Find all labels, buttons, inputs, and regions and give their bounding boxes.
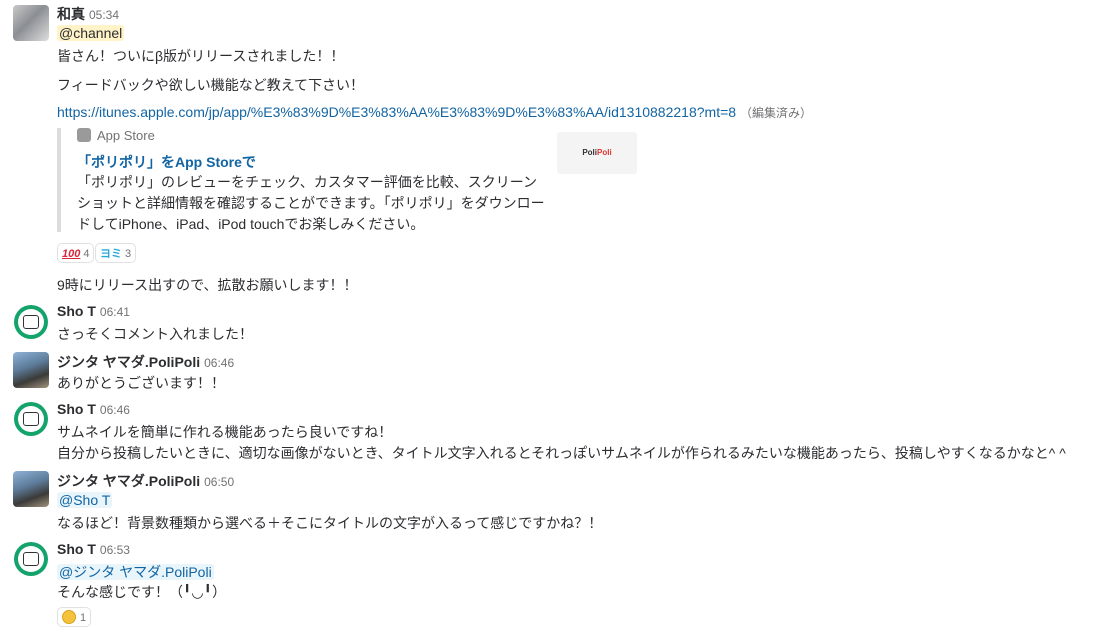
message-author[interactable]: Sho T 06:53 [57, 541, 130, 557]
ok-icon: ヨミ [100, 248, 122, 260]
app-store-link[interactable]: https://itunes.apple.com/jp/app/%E3%83%9… [57, 104, 736, 120]
author-name[interactable]: Sho T [57, 401, 96, 417]
avatar[interactable] [13, 304, 49, 340]
attachment-source: App Store [77, 128, 155, 143]
apple-icon [77, 128, 91, 142]
attachment-thumbnail[interactable]: PoliPoli [557, 132, 637, 174]
message-author[interactable]: ジンタ ヤマダ.PoliPoli 06:46 [57, 352, 234, 372]
message-text: サムネイルを簡単に作れる機能あったら良いですね！ [57, 424, 393, 440]
user-mention[interactable]: @Sho T [57, 492, 113, 508]
timestamp[interactable]: 06:50 [204, 475, 234, 489]
reaction-ok[interactable]: ヨミ 3 [95, 243, 137, 263]
attachment-title-link[interactable]: 「ポリポリ」をApp Storeで [77, 152, 256, 172]
message-author[interactable]: Sho T 06:41 [57, 303, 130, 319]
timestamp[interactable]: 05:34 [89, 8, 119, 22]
message-text: ありがとうございます！！ [57, 375, 225, 391]
author-name[interactable]: ジンタ ヤマダ.PoliPoli [57, 354, 200, 370]
reaction-count: 4 [83, 248, 90, 260]
message-link-line: https://itunes.apple.com/jp/app/%E3%83%9… [57, 104, 812, 121]
thumbnail-logo-text: Poli [582, 148, 597, 157]
message-text: 自分から投稿したいときに、適切な画像がないとき、タイトル文字入れるとそれっぽいサ… [57, 445, 1066, 461]
message-text: フィードバックや欲しい機能など教えて下さい！ [57, 77, 365, 93]
message-text: 皆さん！ついにβ版がリリースされました！！ [57, 48, 345, 64]
message-line: @channel [57, 25, 125, 41]
avatar[interactable] [13, 352, 49, 388]
message-author[interactable]: ジンタ ヤマダ.PoliPoli 06:50 [57, 471, 234, 491]
timestamp[interactable]: 06:41 [100, 305, 130, 319]
avatar[interactable] [13, 541, 49, 577]
robot-face-icon [23, 412, 39, 426]
user-mention[interactable]: @ジンタ ヤマダ.PoliPoli [57, 564, 214, 580]
reaction-count: 3 [125, 248, 132, 260]
robot-face-icon [23, 552, 39, 566]
message-line: @ジンタ ヤマダ.PoliPoli [57, 562, 214, 582]
message-line: @Sho T [57, 492, 113, 508]
channel-mention[interactable]: @channel [57, 25, 125, 41]
timestamp[interactable]: 06:46 [100, 403, 130, 417]
avatar[interactable] [13, 5, 49, 41]
attachment-description: 「ポリポリ」のレビューをチェック、カスタマー評価を比較、スクリーンショットと詳細… [77, 174, 545, 232]
thumbnail-logo-text-red: Poli [597, 148, 612, 157]
avatar[interactable] [13, 401, 49, 437]
message-author[interactable]: Sho T 06:46 [57, 401, 130, 417]
message-author[interactable]: 和真 05:34 [57, 4, 119, 24]
reaction-count: 1 [80, 612, 87, 624]
hundred-points-icon: 100 [62, 248, 81, 260]
author-name[interactable]: Sho T [57, 303, 96, 319]
avatar[interactable] [13, 471, 49, 507]
author-name[interactable]: 和真 [57, 6, 85, 22]
message-text: さっそくコメント入れました！ [57, 326, 253, 342]
reaction-smile[interactable]: 1 [57, 607, 92, 627]
message-text: 9時にリリース出すので、拡散お願いします！！ [57, 277, 358, 293]
message-text: なるほど！背景数種類から選べる＋そこにタイトルの文字が入るって感じですかね？！ [57, 515, 603, 531]
robot-face-icon [23, 315, 39, 329]
author-name[interactable]: Sho T [57, 541, 96, 557]
author-name[interactable]: ジンタ ヤマダ.PoliPoli [57, 473, 200, 489]
timestamp[interactable]: 06:53 [100, 543, 130, 557]
message-text: そんな感じです！（╹◡╹） [57, 584, 227, 600]
reaction-100[interactable]: 100 4 [57, 243, 95, 263]
timestamp[interactable]: 06:46 [204, 356, 234, 370]
smile-face-icon [62, 610, 76, 624]
edited-label: （編集済み） [740, 106, 813, 120]
attachment-source-label: App Store [97, 128, 155, 143]
